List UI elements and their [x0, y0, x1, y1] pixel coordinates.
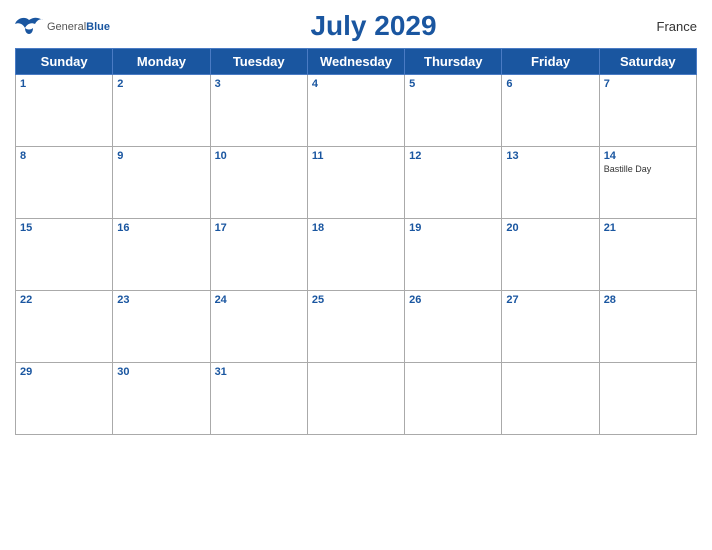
calendar-header-row: Sunday Monday Tuesday Wednesday Thursday…	[16, 49, 697, 75]
day-number: 24	[215, 294, 303, 306]
table-row: 20	[502, 219, 599, 291]
table-row: 10	[210, 147, 307, 219]
day-number: 22	[20, 294, 108, 306]
table-row: 2	[113, 75, 210, 147]
calendar-week-row: 89 10 11 12 13 14 Bastille Day	[16, 147, 697, 219]
table-row: 30	[113, 363, 210, 435]
day-number: 30	[117, 366, 205, 378]
table-row: 1	[16, 75, 113, 147]
day-number: 3	[215, 78, 303, 90]
table-row	[599, 363, 696, 435]
table-row: 28	[599, 291, 696, 363]
calendar-week-row: 22 23 24 25 26 27 28	[16, 291, 697, 363]
calendar-table: Sunday Monday Tuesday Wednesday Thursday…	[15, 48, 697, 435]
table-row: 14 Bastille Day	[599, 147, 696, 219]
table-row: 7	[599, 75, 696, 147]
table-row: 22	[16, 291, 113, 363]
calendar-week-row: 29 30 31	[16, 363, 697, 435]
calendar-page: GeneralBlue July 2029 France Sunday Mond…	[0, 0, 712, 550]
day-number: 4	[312, 78, 400, 90]
day-number: 21	[604, 222, 692, 234]
table-row	[405, 363, 502, 435]
day-number: 8	[20, 150, 108, 162]
day-number: 18	[312, 222, 400, 234]
table-row: 15	[16, 219, 113, 291]
table-row: 12	[405, 147, 502, 219]
calendar-week-row: 15 16 17 18 19 20 21	[16, 219, 697, 291]
day-number: 17	[215, 222, 303, 234]
col-wednesday: Wednesday	[307, 49, 404, 75]
table-row: 27	[502, 291, 599, 363]
day-number: 16	[117, 222, 205, 234]
country-label: France	[637, 19, 697, 34]
logo-bird-icon	[15, 16, 43, 36]
day-number: 14	[604, 150, 692, 162]
day-number: 1	[20, 78, 108, 90]
day-number: 23	[117, 294, 205, 306]
table-row: 17	[210, 219, 307, 291]
table-row: 25	[307, 291, 404, 363]
table-row: 6	[502, 75, 599, 147]
day-number: 9	[117, 150, 205, 162]
day-number: 19	[409, 222, 497, 234]
day-number: 12	[409, 150, 497, 162]
table-row: 24	[210, 291, 307, 363]
day-number: 31	[215, 366, 303, 378]
table-row: 9	[113, 147, 210, 219]
table-row: 18	[307, 219, 404, 291]
page-title: July 2029	[110, 10, 637, 42]
day-number: 11	[312, 150, 400, 162]
table-row: 4	[307, 75, 404, 147]
page-header: GeneralBlue July 2029 France	[15, 10, 697, 42]
day-number: 29	[20, 366, 108, 378]
day-number: 27	[506, 294, 594, 306]
col-sunday: Sunday	[16, 49, 113, 75]
table-row: 31	[210, 363, 307, 435]
day-number: 26	[409, 294, 497, 306]
col-saturday: Saturday	[599, 49, 696, 75]
table-row	[307, 363, 404, 435]
day-number: 20	[506, 222, 594, 234]
col-monday: Monday	[113, 49, 210, 75]
col-tuesday: Tuesday	[210, 49, 307, 75]
day-number: 15	[20, 222, 108, 234]
logo-text: GeneralBlue	[47, 17, 110, 35]
day-number: 5	[409, 78, 497, 90]
logo-general: General	[47, 21, 86, 33]
table-row: 3	[210, 75, 307, 147]
table-row: 26	[405, 291, 502, 363]
day-number: 28	[604, 294, 692, 306]
col-friday: Friday	[502, 49, 599, 75]
table-row: 19	[405, 219, 502, 291]
table-row: 8	[16, 147, 113, 219]
table-row: 29	[16, 363, 113, 435]
day-number: 10	[215, 150, 303, 162]
table-row: 5	[405, 75, 502, 147]
table-row: 23	[113, 291, 210, 363]
table-row: 16	[113, 219, 210, 291]
calendar-week-row: 1234567	[16, 75, 697, 147]
table-row: 13	[502, 147, 599, 219]
logo: GeneralBlue	[15, 16, 110, 36]
day-number: 13	[506, 150, 594, 162]
day-number: 6	[506, 78, 594, 90]
col-thursday: Thursday	[405, 49, 502, 75]
table-row: 11	[307, 147, 404, 219]
day-number: 25	[312, 294, 400, 306]
day-number: 7	[604, 78, 692, 90]
day-number: 2	[117, 78, 205, 90]
holiday-label: Bastille Day	[604, 164, 692, 174]
table-row	[502, 363, 599, 435]
logo-blue: Blue	[86, 21, 110, 33]
table-row: 21	[599, 219, 696, 291]
